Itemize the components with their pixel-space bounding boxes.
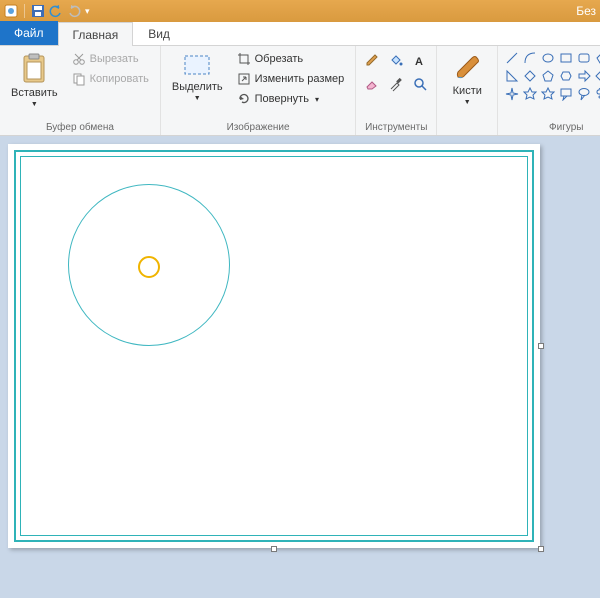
copy-icon: [72, 72, 86, 86]
shape-star4[interactable]: [504, 86, 520, 102]
shape-polygon[interactable]: [594, 50, 600, 66]
scissors-icon: [72, 52, 86, 66]
rotate-icon: [237, 92, 251, 106]
redo-icon[interactable]: [67, 4, 81, 18]
shape-oval[interactable]: [540, 50, 556, 66]
select-icon: [182, 53, 212, 79]
group-label: Фигуры: [504, 120, 600, 133]
workspace: [0, 136, 600, 598]
group-image: Выделить ▼ Обрезать Изменить размер: [161, 46, 356, 135]
brush-icon: [452, 53, 482, 83]
shape-curve[interactable]: [522, 50, 538, 66]
svg-text:A: A: [415, 56, 423, 68]
group-label: Буфер обмена: [6, 120, 154, 133]
select-button[interactable]: Выделить ▼: [167, 50, 228, 105]
shape-roundrect[interactable]: [576, 50, 592, 66]
eraser-tool[interactable]: [362, 74, 382, 94]
shape-star6[interactable]: [540, 86, 556, 102]
shape-hexagon[interactable]: [558, 68, 574, 84]
chevron-down-icon: ▼: [31, 101, 38, 108]
window-title: Без: [576, 4, 596, 18]
save-icon[interactable]: [31, 4, 45, 18]
shape-right-triangle[interactable]: [504, 68, 520, 84]
app-icon: [4, 4, 18, 18]
copy-button[interactable]: Копировать: [67, 70, 154, 88]
resize-handle-bottom[interactable]: [271, 546, 277, 552]
shape-pentagon[interactable]: [540, 68, 556, 84]
group-brushes: Кисти ▼: [437, 46, 498, 135]
crop-icon: [237, 52, 251, 66]
resize-handle-right[interactable]: [538, 343, 544, 349]
shape-arrow-right[interactable]: [576, 68, 592, 84]
resize-button[interactable]: Изменить размер: [232, 70, 350, 88]
qat-customize-icon[interactable]: ▾: [85, 6, 90, 17]
shapes-gallery[interactable]: [504, 50, 600, 102]
resize-handle-corner[interactable]: [538, 546, 544, 552]
text-tool[interactable]: A: [410, 50, 430, 70]
shape-diamond[interactable]: [522, 68, 538, 84]
magnifier-tool[interactable]: [410, 74, 430, 94]
pencil-tool[interactable]: [362, 50, 382, 70]
fill-tool[interactable]: [386, 50, 406, 70]
shape-star5[interactable]: [522, 86, 538, 102]
group-shapes: Фигуры: [498, 46, 600, 135]
drawing: [8, 144, 540, 548]
tab-file[interactable]: Файл: [0, 21, 58, 45]
chevron-down-icon: ▼: [464, 99, 471, 106]
shape-line[interactable]: [504, 50, 520, 66]
cut-button[interactable]: Вырезать: [67, 50, 154, 68]
ribbon: Вставить ▼ Вырезать Копировать Буфер: [0, 46, 600, 136]
tabstrip: Файл Главная Вид: [0, 22, 600, 46]
rotate-button[interactable]: Повернуть ▾: [232, 90, 350, 108]
clipboard-icon: [20, 53, 48, 85]
group-label: Изображение: [167, 120, 349, 133]
shape-arrow-left[interactable]: [594, 68, 600, 84]
undo-icon[interactable]: [49, 4, 63, 18]
quick-access-toolbar: ▾: [4, 4, 90, 18]
paste-button[interactable]: Вставить ▼: [6, 50, 63, 111]
shape-callout-oval[interactable]: [576, 86, 592, 102]
brushes-button[interactable]: Кисти ▼: [443, 50, 491, 109]
titlebar: ▾ Без: [0, 0, 600, 22]
resize-icon: [237, 72, 251, 86]
shape-callout-rect[interactable]: [558, 86, 574, 102]
group-clipboard: Вставить ▼ Вырезать Копировать Буфер: [0, 46, 161, 135]
tab-view[interactable]: Вид: [133, 21, 185, 45]
shape-callout-cloud[interactable]: [594, 86, 600, 102]
crop-button[interactable]: Обрезать: [232, 50, 350, 68]
chevron-down-icon: ▾: [315, 95, 319, 104]
picker-tool[interactable]: [386, 74, 406, 94]
tab-home[interactable]: Главная: [58, 22, 134, 46]
small-circle: [138, 256, 160, 278]
group-label: [443, 120, 491, 133]
group-label: Инструменты: [362, 120, 430, 133]
chevron-down-icon: ▼: [194, 95, 201, 102]
group-tools: A Инструменты: [356, 46, 437, 135]
shape-rect[interactable]: [558, 50, 574, 66]
canvas[interactable]: [8, 144, 540, 548]
